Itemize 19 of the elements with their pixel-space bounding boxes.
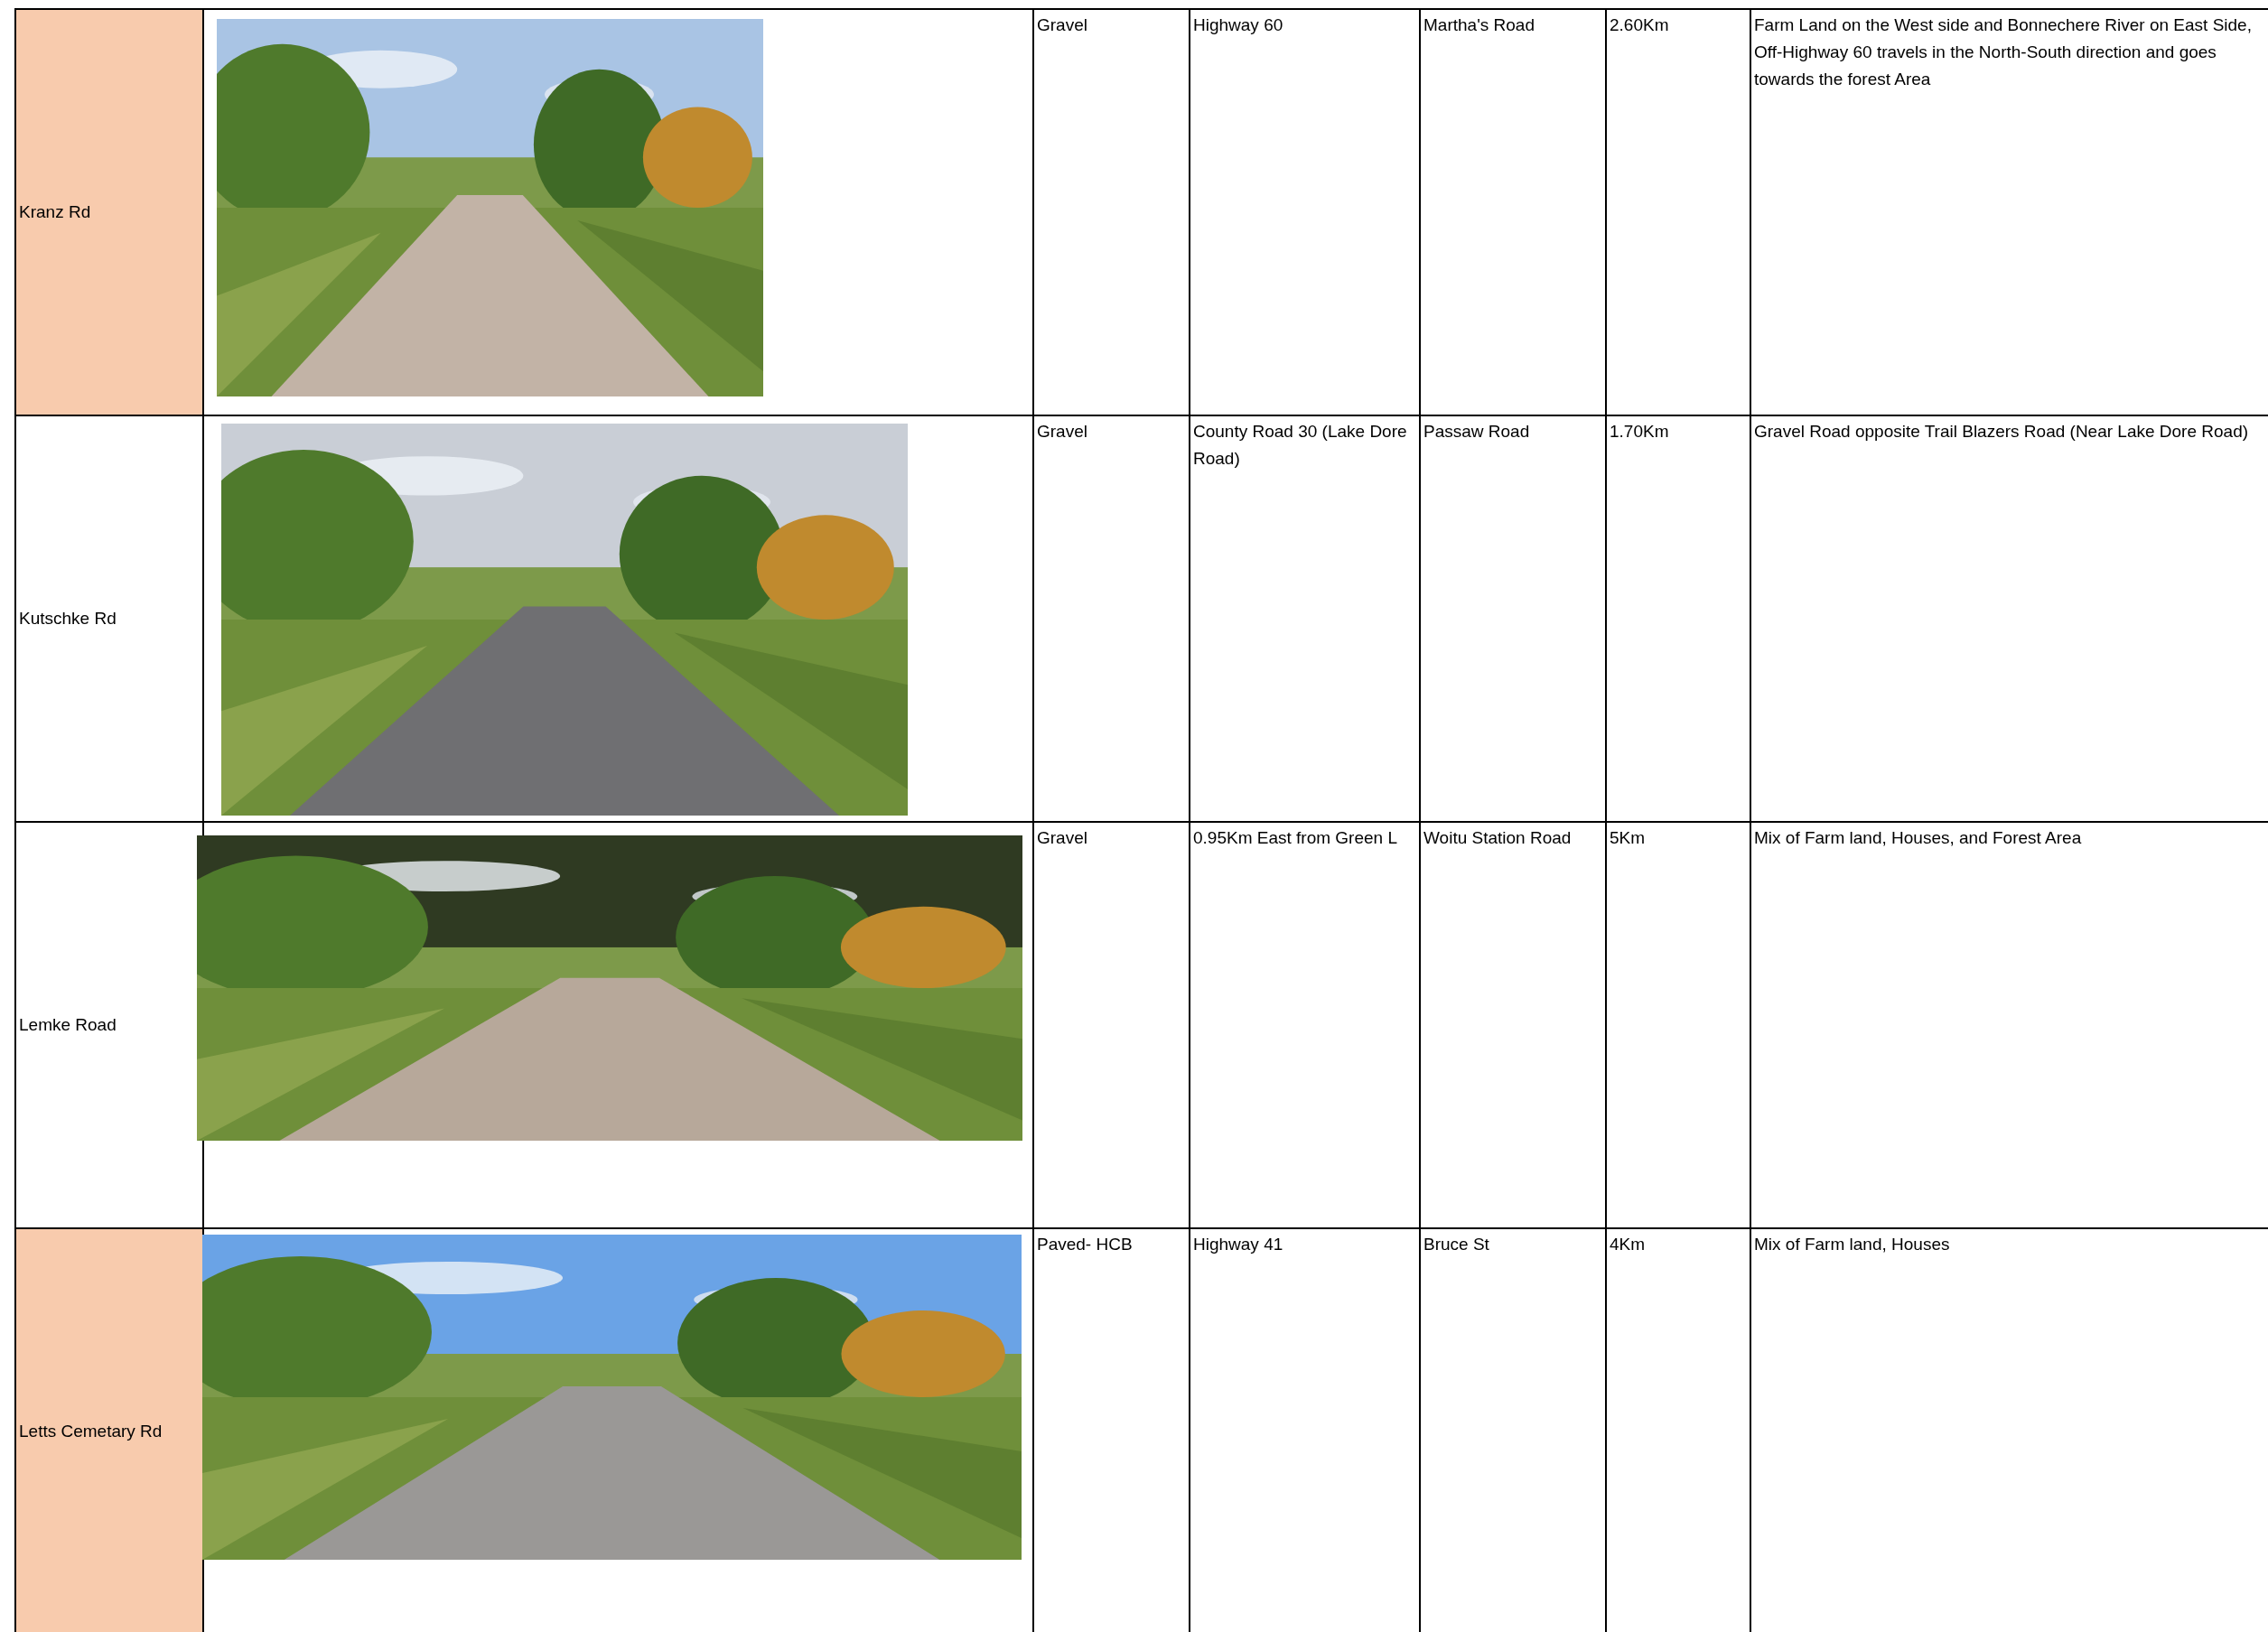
table-cell: Martha's Road (1419, 10, 1605, 416)
table-cell: County Road 30 (Lake Dore Road) (1189, 416, 1419, 823)
table-cell: Farm Land on the West side and Bonnechere River on East Side, Off-Highway 60 travels in the North-South direction and goes towards the forest Area (1750, 10, 2268, 416)
table-cell: Gravel Road opposite Trail Blazers Road (Near Lake Dore Road) (1750, 416, 2268, 823)
table-cell: Woitu Station Road (1419, 823, 1605, 1229)
table-cell: 1.70Km (1605, 416, 1750, 823)
table-cell: 0.95Km East from Green L (1189, 823, 1419, 1229)
table-cell: Kranz Rd (14, 10, 202, 416)
table-cell: Mix of Farm land, Houses, and Forest Area (1750, 823, 2268, 1229)
table-cell: 5Km (1605, 823, 1750, 1229)
table-cell: Highway 60 (1189, 10, 1419, 416)
table-cell: Gravel (1032, 823, 1189, 1229)
table-cell: Gravel (1032, 416, 1189, 823)
table-cell: Kutschke Rd (14, 416, 202, 823)
table-cell: Gravel (1032, 10, 1189, 416)
table-cell: 2.60Km (1605, 10, 1750, 416)
table-cell: Lemke Road (14, 823, 202, 1229)
table-cell: Passaw Road (1419, 416, 1605, 823)
table-cell: Letts Cemetary Rd (14, 1229, 202, 1632)
